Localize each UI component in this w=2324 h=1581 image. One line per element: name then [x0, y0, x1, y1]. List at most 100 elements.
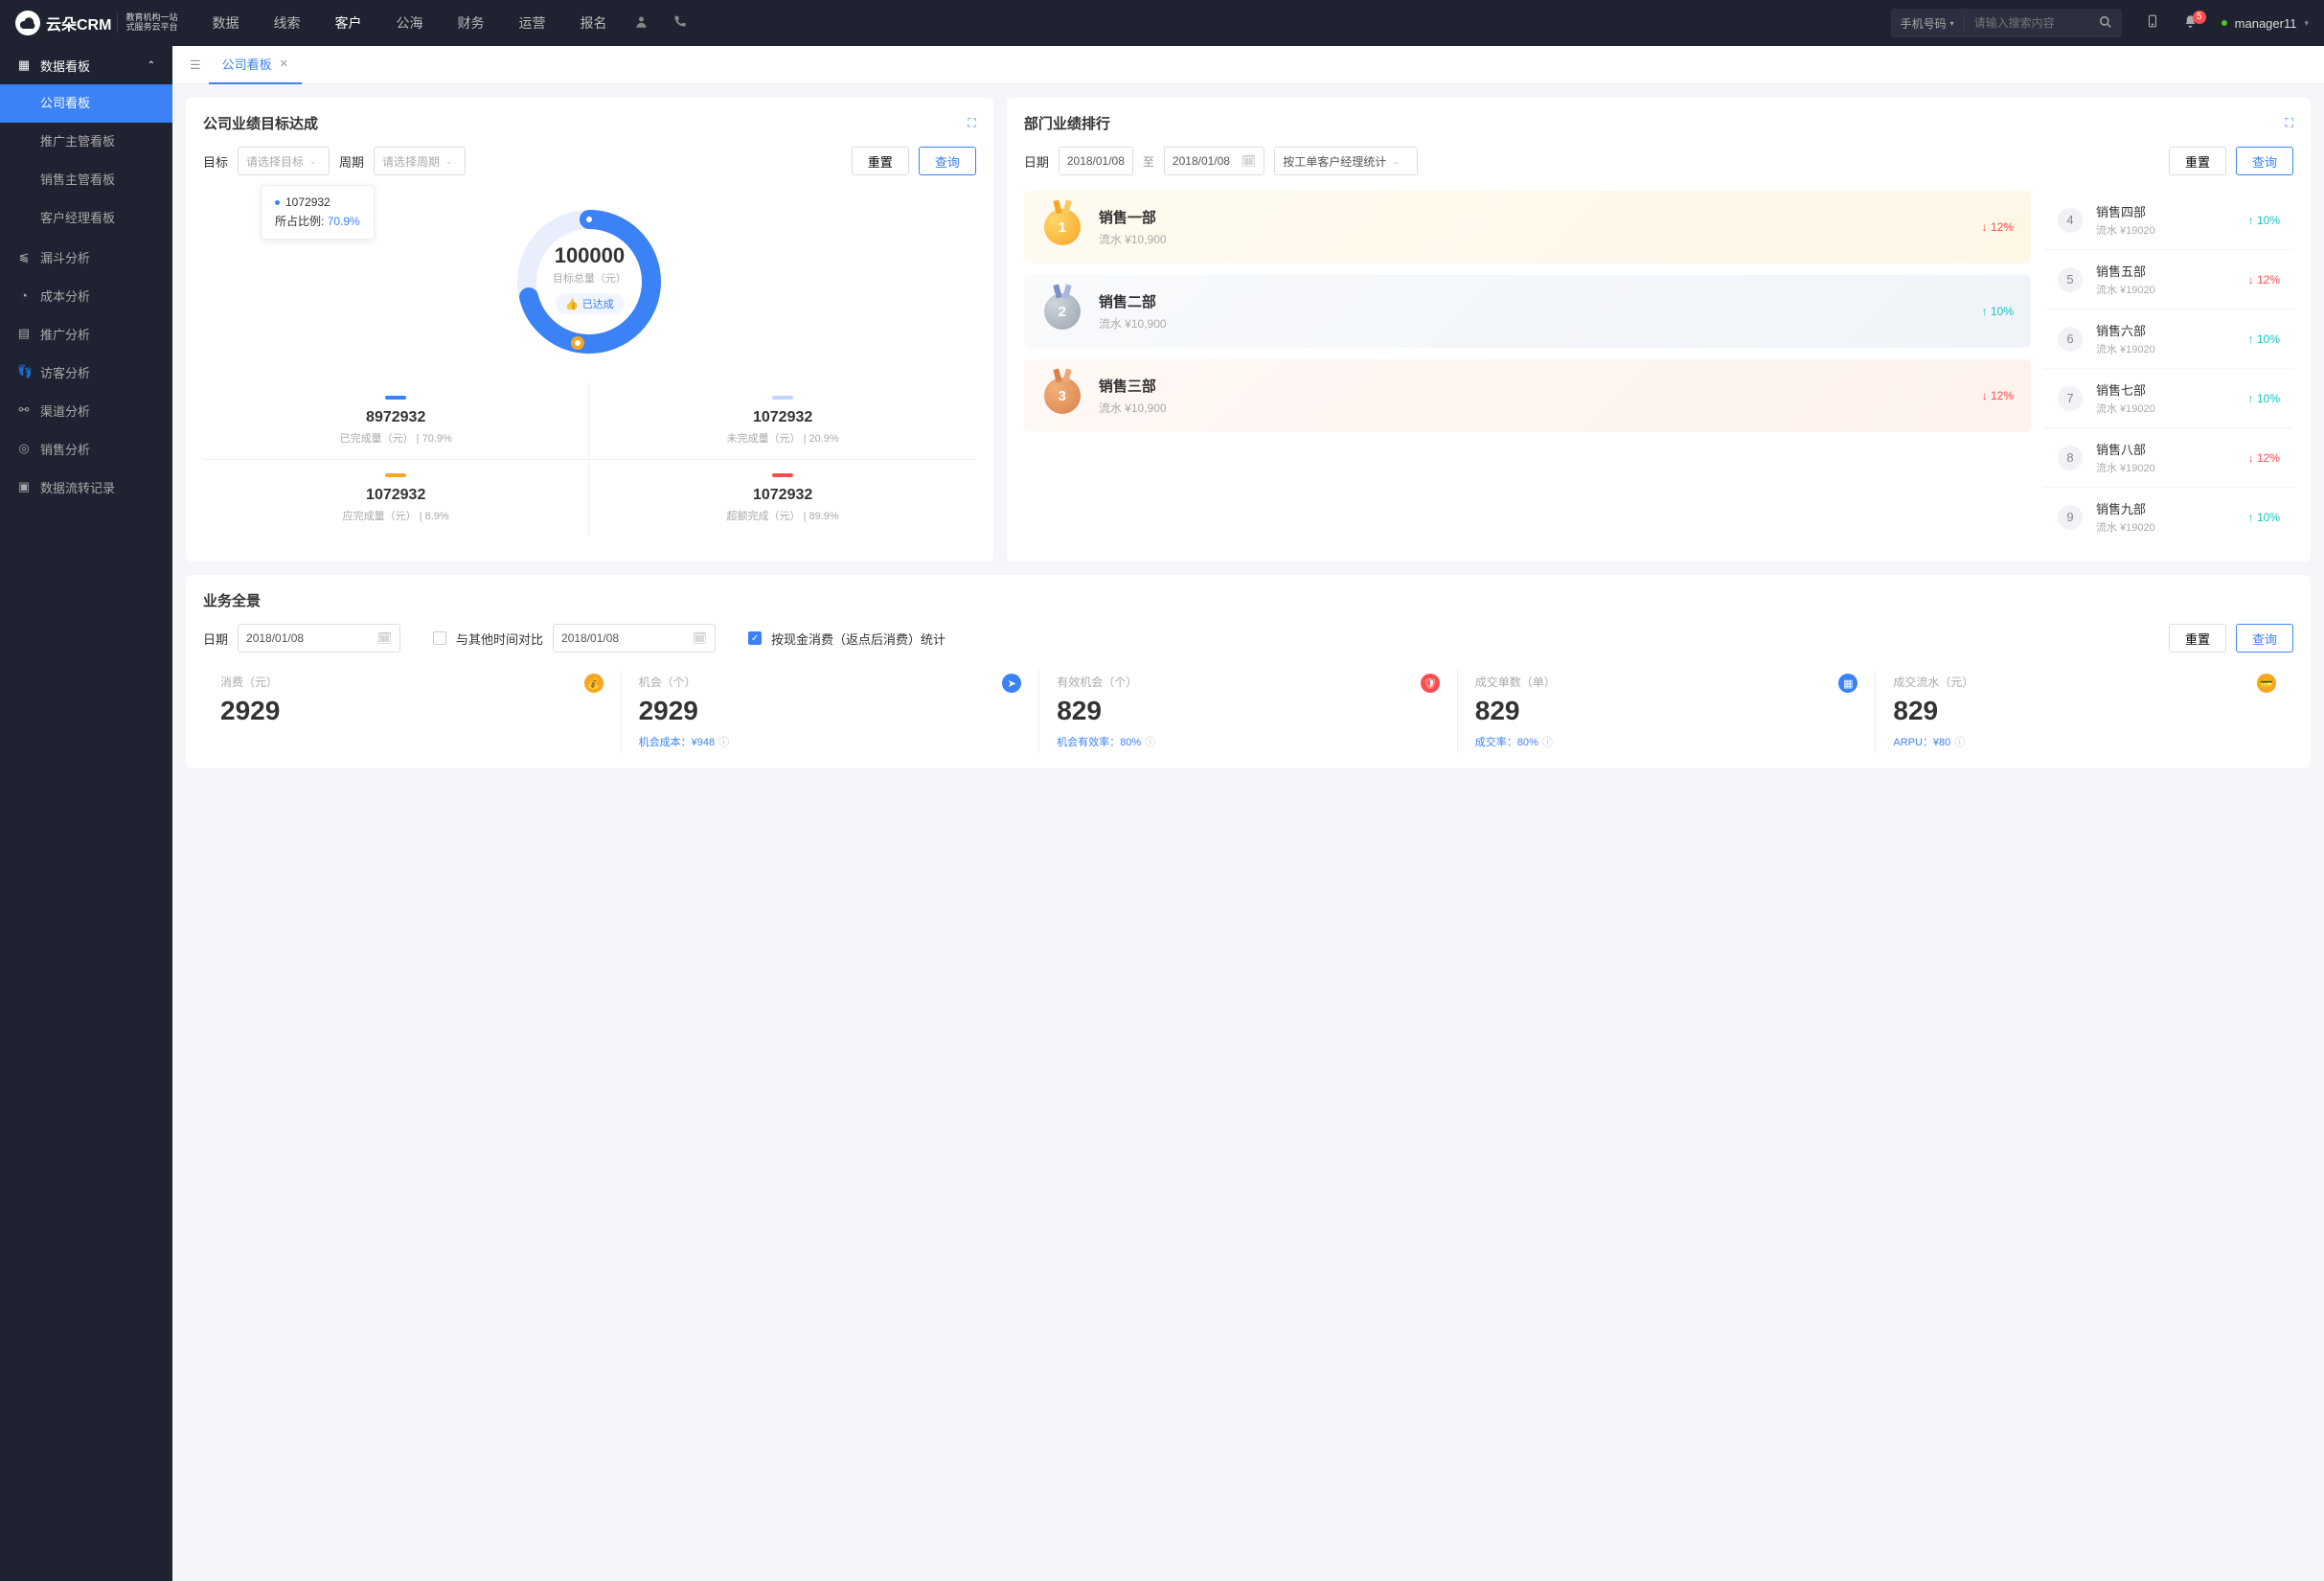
- medal-icon: 1: [1041, 206, 1083, 248]
- help-icon[interactable]: ⓘ: [718, 737, 729, 748]
- rank-item-5[interactable]: 5销售五部流水 ¥19020↓ 12%: [2044, 250, 2293, 309]
- rank-date-from[interactable]: 2018/01/08: [1059, 147, 1133, 175]
- goal-stat-3: 1072932超额完成（元） | 89.9%: [589, 460, 975, 537]
- help-icon[interactable]: ⓘ: [1145, 737, 1155, 748]
- sidebar-menu-0[interactable]: ⫹漏斗分析: [0, 238, 172, 276]
- rank-number: 6: [2058, 327, 2083, 352]
- global-search: 手机号码▾: [1891, 9, 2122, 37]
- rank-date-to[interactable]: 2018/01/08🗓: [1164, 147, 1265, 175]
- pano-reset-button[interactable]: 重置: [2169, 624, 2226, 653]
- notification-badge: 5: [2193, 11, 2206, 24]
- rank-top-2[interactable]: 3销售三部流水 ¥10,900↓ 12%: [1024, 359, 2031, 432]
- help-icon[interactable]: ⓘ: [1954, 737, 1965, 748]
- compare-label: 与其他时间对比: [456, 630, 543, 648]
- menu-icon: ◔: [17, 288, 31, 303]
- sidebar-menu-1[interactable]: ◔成本分析: [0, 276, 172, 314]
- goal-reset-button[interactable]: 重置: [852, 147, 909, 175]
- rank-number: 5: [2058, 267, 2083, 292]
- metric-1: 机会（个）➤2929机会成本：¥948ⓘ: [621, 670, 1039, 753]
- nav-财务[interactable]: 财务: [442, 0, 499, 46]
- nav-公海[interactable]: 公海: [380, 0, 438, 46]
- cash-checkbox[interactable]: ✓: [748, 631, 762, 645]
- rank-number: 4: [2058, 208, 2083, 233]
- goal-stat-1: 1072932未完成量（元） | 20.9%: [589, 382, 975, 460]
- search-type-select[interactable]: 手机号码▾: [1891, 15, 1965, 32]
- rank-top-1[interactable]: 2销售二部流水 ¥10,900↑ 10%: [1024, 275, 2031, 348]
- trend-indicator: ↑ 10%: [2248, 511, 2280, 524]
- rank-date-label: 日期: [1024, 152, 1049, 171]
- trend-indicator: ↑ 10%: [2248, 214, 2280, 227]
- compare-checkbox[interactable]: [433, 631, 446, 645]
- help-icon[interactable]: ⓘ: [1542, 737, 1553, 748]
- user-menu[interactable]: manager11 ▾: [2210, 16, 2309, 31]
- rank-query-button[interactable]: 查询: [2236, 147, 2293, 175]
- period-select[interactable]: 请选择周期⌄: [374, 147, 466, 175]
- pano-date-1[interactable]: 2018/01/08🗓: [238, 624, 400, 653]
- rank-number: 7: [2058, 386, 2083, 411]
- pano-title: 业务全景: [203, 590, 261, 610]
- metric-icon: 🛡: [1421, 674, 1440, 693]
- metric-2: 有效机会（个）🛡829机会有效率：80%ⓘ: [1038, 670, 1457, 753]
- goal-query-button[interactable]: 查询: [919, 147, 976, 175]
- rank-card: 部门业绩排行 ⛶ 日期 2018/01/08 至 2018/01/08🗓 按工单…: [1007, 98, 2311, 561]
- expand-icon[interactable]: ⛶: [2286, 116, 2293, 130]
- goal-stat-0: 8972932已完成量（元） | 70.9%: [203, 382, 589, 460]
- search-input[interactable]: [1965, 16, 2089, 30]
- sidebar-item-1[interactable]: 推广主管看板: [0, 123, 172, 161]
- user-icon[interactable]: [622, 14, 660, 33]
- close-icon[interactable]: ✕: [280, 57, 288, 70]
- metric-icon: ➤: [1002, 674, 1021, 693]
- sidebar-group-dashboard[interactable]: ▦ 数据看板 ⌃: [0, 46, 172, 84]
- rank-number: 8: [2058, 446, 2083, 470]
- nav-客户[interactable]: 客户: [319, 0, 376, 46]
- target-select[interactable]: 请选择目标⌄: [238, 147, 330, 175]
- sidebar-menu-3[interactable]: 👣访客分析: [0, 353, 172, 391]
- nav-报名[interactable]: 报名: [564, 0, 622, 46]
- rank-reset-button[interactable]: 重置: [2169, 147, 2226, 175]
- cash-label: 按现金消费（返点后消费）统计: [771, 630, 946, 648]
- goal-title: 公司业绩目标达成: [203, 113, 318, 133]
- menu-icon: ⚯: [17, 402, 31, 418]
- mobile-icon[interactable]: [2133, 13, 2172, 33]
- goal-card: 公司业绩目标达成 ⛶ 目标 请选择目标⌄ 周期 请选择周期⌄ 重置 查询: [186, 98, 993, 561]
- rank-item-4[interactable]: 4销售四部流水 ¥19020↑ 10%: [2044, 191, 2293, 250]
- nav-数据[interactable]: 数据: [196, 0, 254, 46]
- sidebar-menu-2[interactable]: ▤推广分析: [0, 314, 172, 353]
- logo[interactable]: 云朵CRM 教育机构一站 式服务云平台: [15, 11, 177, 35]
- collapse-menu-icon[interactable]: ☰: [182, 57, 209, 73]
- tab-company-board[interactable]: 公司看板 ✕: [209, 46, 302, 84]
- dashboard-icon: ▦: [17, 57, 31, 73]
- rank-top-0[interactable]: 1销售一部流水 ¥10,900↓ 12%: [1024, 191, 2031, 264]
- sidebar-item-3[interactable]: 客户经理看板: [0, 199, 172, 238]
- thumbs-up-icon: 👍: [565, 298, 579, 310]
- sidebar-item-2[interactable]: 销售主管看板: [0, 161, 172, 199]
- search-icon[interactable]: [2089, 15, 2122, 32]
- trend-indicator: ↓ 12%: [1982, 220, 2014, 234]
- trend-indicator: ↑ 10%: [1982, 305, 2014, 318]
- rank-item-9[interactable]: 9销售九部流水 ¥19020↑ 10%: [2044, 488, 2293, 546]
- rank-item-6[interactable]: 6销售六部流水 ¥19020↑ 10%: [2044, 309, 2293, 369]
- nav-线索[interactable]: 线索: [258, 0, 315, 46]
- sidebar-menu-6[interactable]: ▣数据流转记录: [0, 468, 172, 506]
- rank-item-7[interactable]: 7销售七部流水 ¥19020↑ 10%: [2044, 369, 2293, 428]
- rank-item-8[interactable]: 8销售八部流水 ¥19020↓ 12%: [2044, 428, 2293, 488]
- sidebar-item-0[interactable]: 公司看板: [0, 84, 172, 123]
- rank-number: 9: [2058, 505, 2083, 530]
- notification-icon[interactable]: 5: [2172, 14, 2210, 33]
- goal-total-label: 目标总量（元）: [203, 270, 976, 286]
- goal-total: 100000: [203, 243, 976, 268]
- expand-icon[interactable]: ⛶: [968, 116, 975, 130]
- rank-stat-select[interactable]: 按工单客户经理统计⌄: [1274, 147, 1418, 175]
- metric-0: 消费（元）💰2929: [203, 670, 621, 753]
- tab-bar: ☰ 公司看板 ✕: [172, 46, 2324, 84]
- sidebar-menu-5[interactable]: ◎销售分析: [0, 429, 172, 468]
- metric-icon: ▦: [1838, 674, 1857, 693]
- phone-icon[interactable]: [660, 14, 698, 33]
- nav-运营[interactable]: 运营: [503, 0, 560, 46]
- sidebar-menu-4[interactable]: ⚯渠道分析: [0, 391, 172, 429]
- pano-query-button[interactable]: 查询: [2236, 624, 2293, 653]
- pano-date-label: 日期: [203, 630, 228, 648]
- metric-4: 成交流水（元）💳829ARPU：¥80ⓘ: [1875, 670, 2293, 753]
- status-dot: [2221, 20, 2227, 26]
- pano-date-2[interactable]: 2018/01/08🗓: [553, 624, 716, 653]
